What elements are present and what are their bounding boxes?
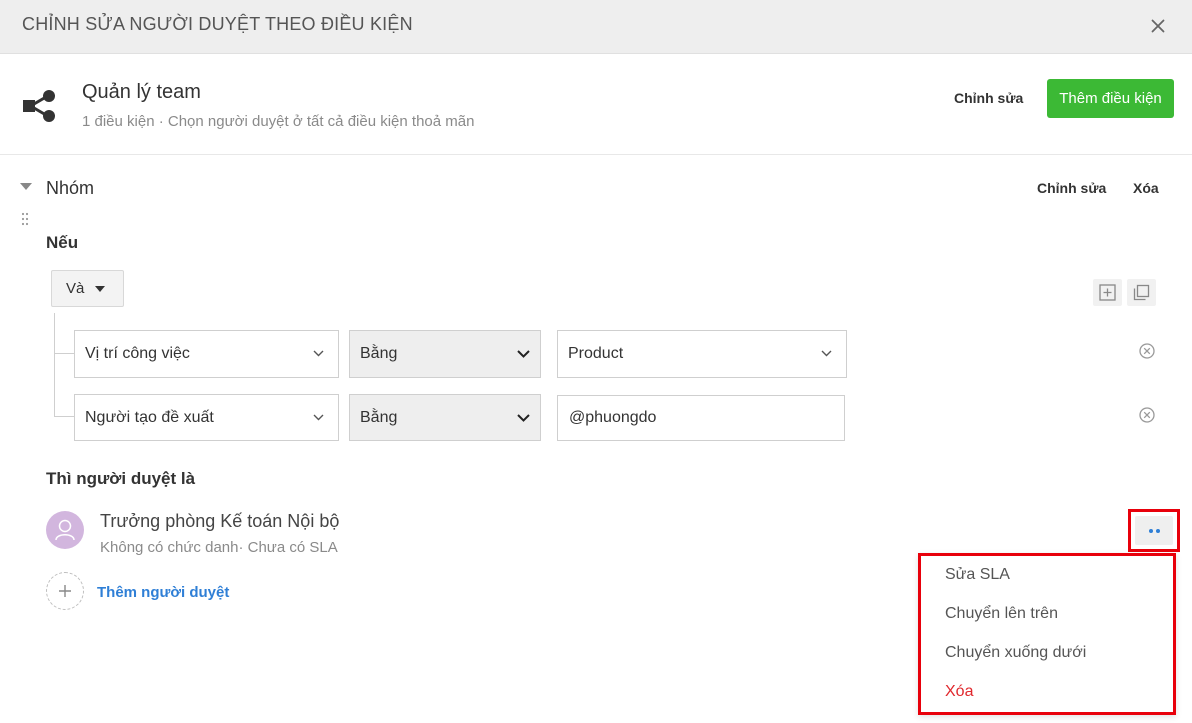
plus-icon	[59, 585, 71, 597]
close-icon	[1151, 19, 1165, 33]
add-condition-button[interactable]: Thêm điều kiện	[1047, 79, 1174, 118]
dialog-title: CHỈNH SỬA NGƯỜI DUYỆT THEO ĐIỀU KIỆN	[22, 14, 413, 34]
condition-field-value: Người tạo đề xuất	[85, 409, 214, 426]
add-approver-icon-button[interactable]	[46, 572, 84, 610]
chevron-down-icon	[313, 414, 324, 421]
add-condition-icon-button[interactable]	[1093, 279, 1122, 306]
condition-comparator-value: Bằng	[360, 345, 398, 362]
chevron-down-icon	[517, 350, 530, 358]
avatar	[46, 511, 84, 549]
operator-label: Và	[66, 280, 85, 297]
condition-field-value: Vị trí công việc	[85, 345, 190, 362]
add-approver-link[interactable]: Thêm người duyệt	[97, 584, 229, 601]
caret-down-icon	[95, 286, 105, 292]
remove-condition-icon[interactable]	[1138, 406, 1156, 424]
menu-item-edit-sla[interactable]: Sửa SLA	[945, 566, 1010, 584]
if-label: Nếu	[46, 233, 79, 252]
chevron-down-icon	[517, 414, 530, 422]
edit-rule-button[interactable]: Chỉnh sửa	[940, 80, 1037, 116]
user-icon	[55, 519, 75, 541]
chevron-down-icon	[313, 350, 324, 357]
condition-value-input[interactable]: @phuongdo	[557, 395, 845, 441]
more-icon	[1135, 516, 1173, 545]
approver-context-menu: Sửa SLA Chuyển lên trên Chuyển xuống dướ…	[918, 553, 1176, 715]
group-title: Nhóm	[46, 178, 95, 198]
delete-group-button[interactable]: Xóa	[1133, 180, 1159, 196]
tree-connector	[54, 354, 74, 417]
caret-down-icon[interactable]	[20, 183, 32, 191]
rule-title: Quản lý team	[82, 81, 201, 103]
menu-item-move-down[interactable]: Chuyển xuống dưới	[945, 644, 1086, 662]
copy-icon	[1133, 284, 1150, 301]
menu-item-move-up[interactable]: Chuyển lên trên	[945, 605, 1058, 623]
add-square-icon	[1099, 284, 1116, 301]
approver-more-button[interactable]	[1128, 509, 1180, 552]
condition-comparator-value: Bằng	[360, 409, 398, 426]
drag-handle-icon[interactable]	[20, 212, 30, 226]
chevron-down-icon	[821, 350, 832, 357]
condition-field-select[interactable]: Người tạo đề xuất	[74, 394, 339, 441]
rule-summary: Quản lý team 1 điều kiện · Chọn người du…	[0, 55, 1192, 155]
approver-name: Trưởng phòng Kế toán Nội bộ	[100, 511, 340, 531]
approvers-label: Thì người duyệt là	[46, 469, 196, 488]
condition-field-select[interactable]: Vị trí công việc	[74, 330, 339, 378]
operator-select[interactable]: Và	[51, 270, 124, 307]
copy-group-button[interactable]	[1127, 279, 1156, 306]
remove-condition-icon[interactable]	[1138, 342, 1156, 360]
approver-subtitle: Không có chức danh· Chưa có SLA	[100, 539, 338, 556]
menu-item-delete[interactable]: Xóa	[945, 683, 973, 701]
rule-subtitle: 1 điều kiện · Chọn người duyệt ở tất cả …	[82, 113, 475, 130]
dialog-header: CHỈNH SỬA NGƯỜI DUYỆT THEO ĐIỀU KIỆN	[0, 0, 1192, 54]
condition-value-select[interactable]: Product	[557, 330, 847, 378]
condition-comparator-select[interactable]: Bằng	[349, 394, 541, 441]
condition-value: Product	[568, 345, 624, 362]
share-icon	[23, 90, 55, 122]
tree-connector	[54, 313, 74, 354]
close-button[interactable]	[1146, 14, 1170, 38]
edit-group-button[interactable]: Chỉnh sửa	[1037, 180, 1106, 196]
condition-comparator-select[interactable]: Bằng	[349, 330, 541, 378]
